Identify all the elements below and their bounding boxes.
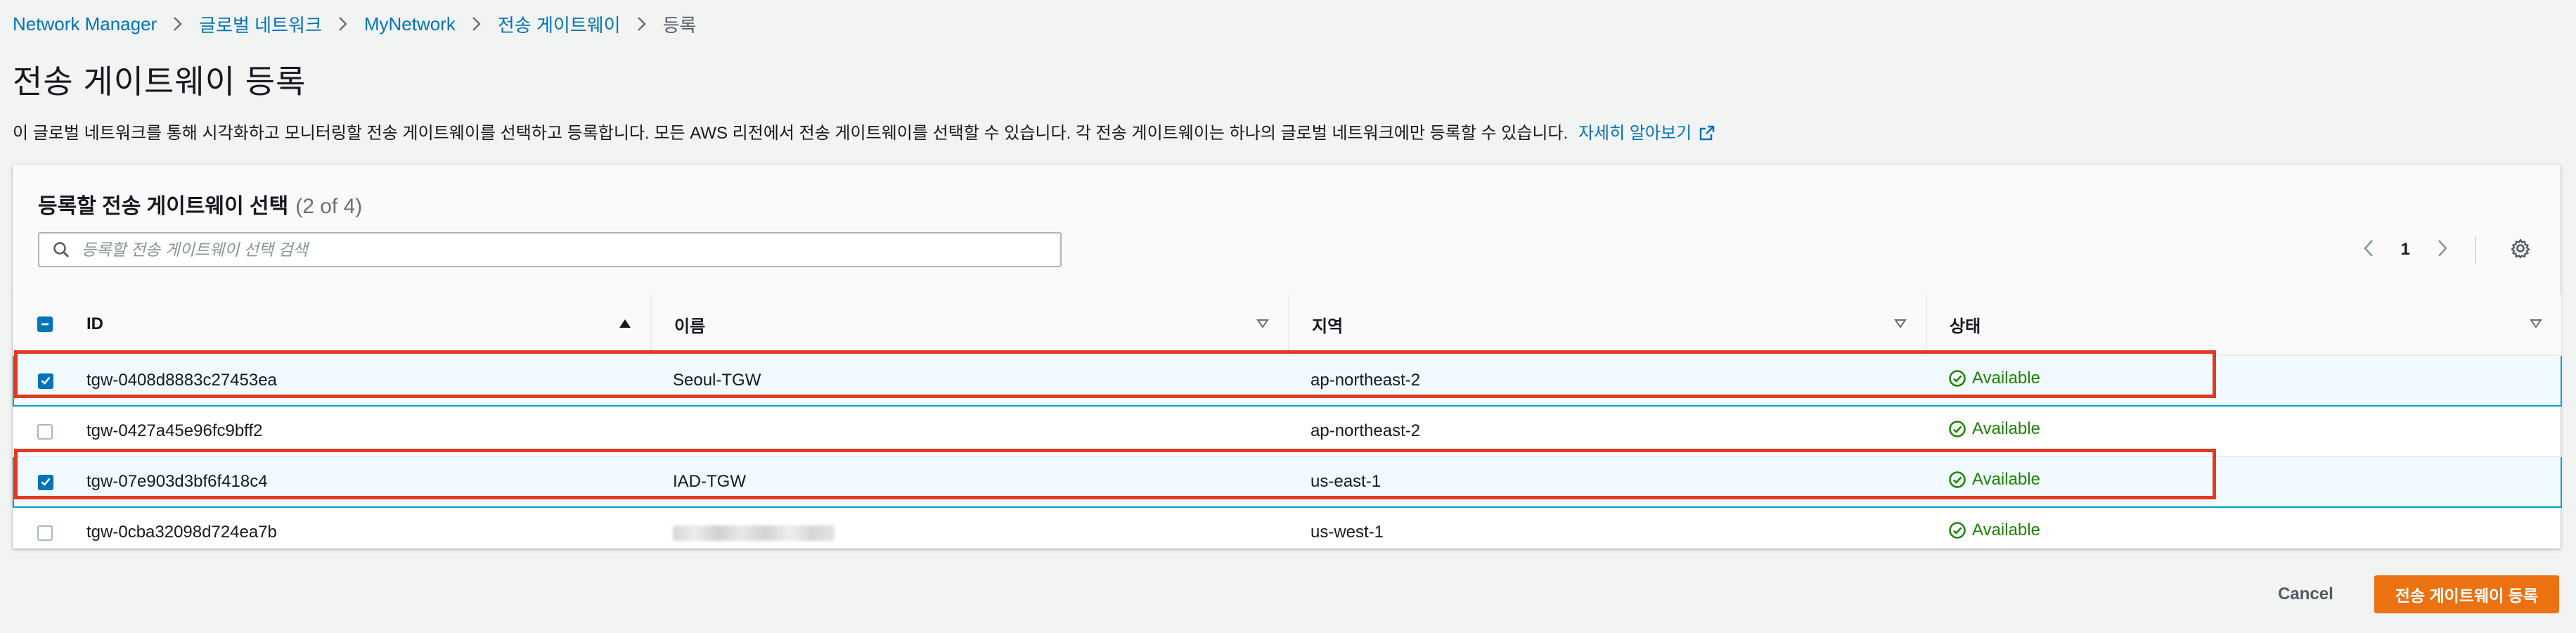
row-checkbox[interactable]: [38, 373, 53, 389]
column-header-name[interactable]: 이름: [650, 294, 1288, 356]
previous-page-button[interactable]: [2355, 236, 2383, 264]
search-input[interactable]: [80, 239, 1039, 260]
cell-status: Available: [1926, 507, 2561, 558]
chevron-right-icon: [337, 15, 349, 32]
cell-region: us-east-1: [1288, 456, 1926, 508]
breadcrumb-link-global-networks[interactable]: 글로벌 네트워크: [199, 11, 322, 37]
chevron-right-icon: [2436, 238, 2449, 262]
select-all-checkbox[interactable]: [37, 316, 53, 332]
checkbox-check-icon: [40, 473, 51, 492]
redacted-name: [673, 525, 835, 541]
row-checkbox[interactable]: [38, 473, 53, 492]
learn-more-link[interactable]: 자세히 알아보기: [1578, 124, 1715, 143]
cell-name: IAD-TGW: [650, 456, 1288, 508]
table-row[interactable]: tgw-0cba32098d724ea7b us-west-1 Availabl…: [13, 507, 2561, 558]
check-circle-icon: [1948, 420, 1966, 438]
search-icon: [52, 241, 70, 259]
pagination-divider: [2475, 236, 2476, 264]
cancel-button[interactable]: Cancel: [2261, 576, 2350, 613]
column-header-region-label: 지역: [1312, 316, 1344, 336]
cell-name: [650, 406, 1288, 457]
row-checkbox[interactable]: [37, 525, 53, 541]
next-page-button[interactable]: [2428, 236, 2456, 264]
table-row[interactable]: tgw-0427a45e96fc9bff2 ap-northeast-2 Ava…: [13, 406, 2561, 457]
column-header-id[interactable]: ID: [78, 294, 650, 356]
chevron-left-icon: [2362, 238, 2375, 262]
table-settings-button[interactable]: [2506, 235, 2535, 264]
cell-status: Available: [1926, 456, 2562, 508]
sort-ascending-icon: [618, 314, 632, 334]
status-text: Available: [1972, 369, 2040, 388]
column-header-status-label: 상태: [1950, 316, 1981, 336]
cell-name: [650, 507, 1288, 558]
description-text: 이 글로벌 네트워크를 통해 시각화하고 모니터링할 전송 게이트웨이를 선택하…: [13, 124, 1569, 143]
learn-more-label: 자세히 알아보기: [1578, 124, 1692, 143]
table-header-row: ID 이름 지역 상태: [13, 294, 2561, 356]
transit-gateway-table-panel: 등록할 전송 게이트웨이 선택 (2 of 4) 1: [13, 165, 2562, 558]
table-title: 등록할 전송 게이트웨이 선택 (2 of 4): [38, 188, 362, 219]
page-title: 전송 게이트웨이 등록: [13, 63, 307, 100]
status-text: Available: [1972, 470, 2040, 489]
page-number-button[interactable]: 1: [2401, 240, 2410, 260]
page: Network Manager 글로벌 네트워크 MyNetwork 전송 게이…: [0, 0, 2576, 633]
row-select-cell: [13, 507, 78, 558]
status-text: Available: [1972, 419, 2040, 438]
cell-name: Seoul-TGW: [650, 354, 1288, 407]
status-badge: Available: [1948, 419, 2040, 439]
column-header-region[interactable]: 지역: [1288, 294, 1926, 356]
gear-icon: [2510, 238, 2531, 262]
row-select-cell: [13, 456, 78, 508]
register-transit-gateway-button[interactable]: 전송 게이트웨이 등록: [2374, 575, 2559, 613]
check-circle-icon: [1948, 369, 1966, 388]
status-badge: Available: [1948, 520, 2040, 540]
breadcrumb-current: 등록: [662, 14, 697, 36]
transit-gateway-table: ID 이름 지역 상태 tgw-0408d8883c27453ea Seoul-…: [13, 294, 2562, 558]
selection-count: (2 of 4): [295, 195, 363, 218]
chevron-right-icon: [172, 15, 183, 32]
checkbox-indeterminate-icon: [40, 314, 50, 334]
cell-status: Available: [1926, 406, 2561, 457]
status-badge: Available: [1948, 369, 2040, 388]
page-description: 이 글로벌 네트워크를 통해 시각화하고 모니터링할 전송 게이트웨이를 선택하…: [13, 121, 1715, 149]
cell-id: tgw-07e903d3bf6f418c4: [78, 456, 650, 508]
cell-id: tgw-0cba32098d724ea7b: [78, 507, 650, 558]
table-header: 등록할 전송 게이트웨이 선택 (2 of 4) 1: [13, 165, 2561, 295]
row-select-cell: [13, 354, 78, 407]
cell-id: tgw-0408d8883c27453ea: [78, 354, 650, 407]
row-select-cell: [13, 406, 78, 457]
cell-region: ap-northeast-2: [1288, 406, 1926, 457]
column-header-id-label: ID: [86, 314, 103, 333]
pagination: 1: [2355, 232, 2476, 267]
checkbox-check-icon: [40, 371, 51, 391]
chevron-right-icon: [471, 15, 482, 32]
sort-descending-icon: [1893, 314, 1907, 334]
breadcrumb: Network Manager 글로벌 네트워크 MyNetwork 전송 게이…: [13, 11, 696, 37]
breadcrumb-link-mynetwork[interactable]: MyNetwork: [364, 13, 456, 35]
status-badge: Available: [1948, 470, 2040, 490]
check-circle-icon: [1948, 521, 1966, 539]
cell-region: ap-northeast-2: [1288, 354, 1926, 407]
external-link-icon: [1699, 124, 1715, 149]
row-checkbox[interactable]: [37, 423, 53, 440]
column-header-name-label: 이름: [674, 316, 706, 336]
search-field: [38, 232, 1062, 267]
table-title-text: 등록할 전송 게이트웨이 선택: [38, 195, 289, 218]
chevron-right-icon: [636, 15, 648, 32]
breadcrumb-link-network-manager[interactable]: Network Manager: [13, 13, 157, 35]
cell-status: Available: [1926, 354, 2562, 407]
table-row[interactable]: tgw-07e903d3bf6f418c4 IAD-TGW us-east-1 …: [13, 456, 2562, 508]
column-header-status[interactable]: 상태: [1926, 294, 2561, 356]
cell-region: us-west-1: [1288, 507, 1926, 558]
status-text: Available: [1972, 520, 2040, 539]
breadcrumb-link-transit-gateways[interactable]: 전송 게이트웨이: [498, 11, 621, 37]
select-all-header: [13, 294, 78, 356]
table-row[interactable]: tgw-0408d8883c27453ea Seoul-TGW ap-north…: [13, 354, 2562, 407]
sort-descending-icon: [1256, 314, 1270, 334]
cell-id: tgw-0427a45e96fc9bff2: [78, 406, 650, 457]
form-actions: Cancel 전송 게이트웨이 등록: [2261, 575, 2559, 613]
sort-descending-icon: [2529, 314, 2543, 334]
check-circle-icon: [1948, 471, 1966, 489]
